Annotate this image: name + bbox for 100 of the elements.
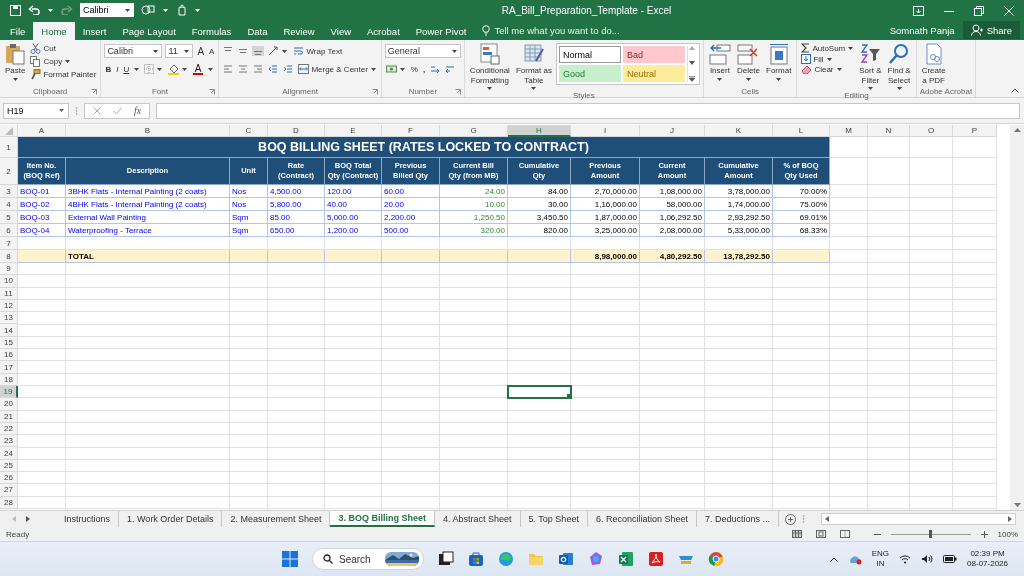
column-header[interactable]: K: [705, 125, 773, 137]
column-header[interactable]: H: [508, 125, 571, 137]
ribbon-tab[interactable]: Home: [33, 22, 75, 40]
sheet-tab[interactable]: 3. BOQ Billing Sheet: [330, 511, 435, 527]
row-header[interactable]: 20: [0, 398, 18, 411]
check-icon[interactable]: [113, 106, 122, 115]
clock[interactable]: 02:39 PM 08-07-2026: [967, 549, 1008, 569]
spreadsheet-icon[interactable]: [618, 551, 634, 567]
fill-button[interactable]: Fill: [800, 54, 856, 64]
horizontal-scrollbar[interactable]: [821, 513, 1016, 525]
bold-button[interactable]: B: [104, 64, 113, 74]
font-size-field[interactable]: 11: [165, 44, 194, 58]
format-as-table-button[interactable]: Format as Table: [513, 43, 554, 91]
copy-button[interactable]: Copy: [29, 56, 98, 67]
add-sheet-icon[interactable]: [785, 513, 796, 525]
insert-function-button[interactable]: fx: [134, 105, 142, 116]
paste-button[interactable]: Paste: [3, 43, 28, 82]
column-header[interactable]: D: [268, 125, 325, 137]
pdf-icon[interactable]: [648, 551, 664, 567]
page-break-icon[interactable]: [839, 530, 850, 538]
wrap-text-button[interactable]: Wrap Text: [292, 46, 344, 56]
wifi-icon[interactable]: [899, 554, 912, 564]
page-layout-icon[interactable]: [815, 530, 826, 538]
insert-cells-button[interactable]: Insert: [706, 43, 733, 82]
column-header[interactable]: E: [325, 125, 382, 137]
column-header[interactable]: O: [910, 125, 953, 137]
more-styles-icon[interactable]: [689, 76, 696, 82]
cloud-icon[interactable]: [847, 553, 862, 565]
column-header[interactable]: P: [953, 125, 997, 137]
next-sheet-icon[interactable]: [26, 516, 30, 522]
column-header[interactable]: I: [571, 125, 640, 137]
column-header[interactable]: A: [18, 125, 66, 137]
row-header[interactable]: 24: [0, 447, 18, 460]
row-header[interactable]: 1: [0, 137, 18, 158]
decrease-decimal-button[interactable]: [444, 64, 457, 74]
task-view-icon[interactable]: [438, 551, 454, 567]
conditional-formatting-button[interactable]: Conditional Formatting: [467, 43, 512, 91]
zoom-level[interactable]: 100%: [997, 529, 1018, 539]
mail-icon[interactable]: [558, 551, 574, 567]
scroll-left-icon[interactable]: [825, 516, 829, 522]
ribbon-tab[interactable]: Page Layout: [114, 22, 184, 40]
row-header[interactable]: 23: [0, 435, 18, 448]
row-header[interactable]: 9: [0, 263, 18, 276]
percent-button[interactable]: %: [409, 64, 419, 74]
autosum-button[interactable]: AutoSum: [800, 43, 856, 53]
increase-decimal-button[interactable]: [429, 64, 442, 74]
row-header[interactable]: 6: [0, 224, 18, 237]
battery-icon[interactable]: [943, 555, 958, 563]
share-button[interactable]: Share: [962, 21, 1020, 39]
column-header[interactable]: L: [773, 125, 830, 137]
font-field[interactable]: Calibri: [80, 3, 134, 17]
align-bottom-button[interactable]: [252, 46, 265, 56]
row-header[interactable]: 8: [0, 250, 18, 263]
formula-input[interactable]: [156, 102, 1020, 119]
shrink-font-button[interactable]: A: [208, 46, 216, 56]
speaker-icon[interactable]: [921, 554, 934, 564]
show-hidden-icon[interactable]: [829, 556, 838, 562]
row-header[interactable]: 27: [0, 484, 18, 497]
currency-button[interactable]: [384, 64, 407, 74]
ribbon-display-icon[interactable]: [913, 6, 924, 16]
zoom-in-icon[interactable]: [980, 530, 988, 538]
column-header[interactable]: C: [230, 125, 268, 137]
row-header[interactable]: 26: [0, 472, 18, 485]
column-header[interactable]: F: [382, 125, 440, 137]
clear-button[interactable]: Clear: [800, 65, 856, 74]
ribbon-tab[interactable]: Insert: [74, 22, 115, 40]
row-header[interactable]: 2: [0, 158, 18, 185]
shapes-icon[interactable]: [141, 4, 155, 16]
close-icon[interactable]: [1004, 6, 1014, 16]
borders-button[interactable]: [143, 64, 165, 74]
row-header[interactable]: 17: [0, 361, 18, 374]
dialog-launcher-icon[interactable]: [209, 89, 216, 95]
save-icon[interactable]: [10, 4, 21, 16]
font-name-field[interactable]: Calibri: [104, 44, 163, 58]
dialog-launcher-icon[interactable]: [371, 89, 378, 95]
scroll-down-icon[interactable]: [1013, 503, 1021, 507]
merge-center-button[interactable]: Merge & Center: [297, 64, 378, 74]
column-header[interactable]: G: [440, 125, 508, 137]
vertical-scrollbar[interactable]: [1010, 125, 1024, 510]
row-header[interactable]: 4: [0, 198, 18, 211]
comma-button[interactable]: ,: [422, 64, 427, 74]
scroll-right-icon[interactable]: [1008, 516, 1012, 522]
collapse-ribbon-icon[interactable]: [1011, 88, 1019, 93]
name-box[interactable]: H19: [3, 102, 69, 119]
cell-style[interactable]: Bad: [622, 46, 685, 63]
row-header[interactable]: 14: [0, 324, 18, 337]
ribbon-tab[interactable]: Formulas: [183, 22, 240, 40]
normal-view-icon[interactable]: [791, 530, 802, 538]
cell-style[interactable]: Normal: [558, 46, 621, 63]
zoom-slider-thumb[interactable]: [929, 530, 933, 538]
undo-icon[interactable]: [28, 5, 40, 15]
ribbon-tab[interactable]: View: [322, 22, 360, 40]
number-format-field[interactable]: General: [384, 44, 461, 58]
store-icon[interactable]: [468, 551, 484, 567]
chrome-icon[interactable]: [708, 551, 724, 567]
ribbon-tab[interactable]: Power Pivot: [407, 22, 475, 40]
row-header[interactable]: 10: [0, 275, 18, 288]
language-indicator[interactable]: ENG IN: [871, 549, 890, 569]
row-header[interactable]: 5: [0, 211, 18, 224]
find-select-button[interactable]: Find & Select: [885, 43, 913, 91]
